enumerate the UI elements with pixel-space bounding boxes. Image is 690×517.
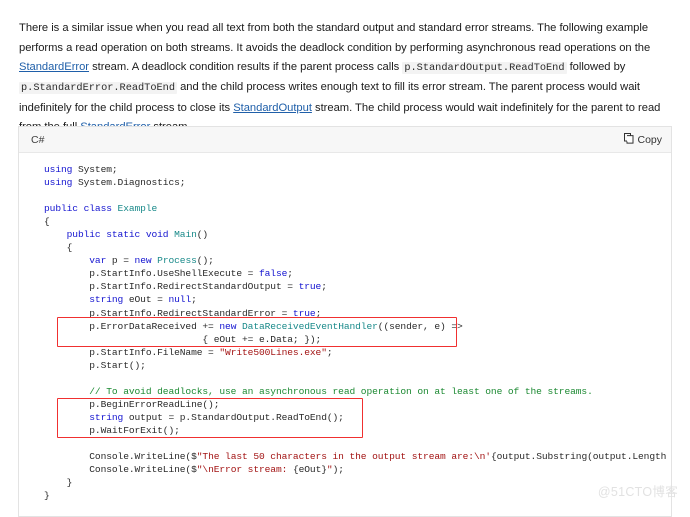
code-token: ; xyxy=(321,281,327,293)
code-line: } xyxy=(44,477,73,489)
code-token: public class xyxy=(44,203,112,215)
code-block-card: C# Copy using System; using System.Diagn… xyxy=(18,126,672,517)
code-token: {eOut} xyxy=(292,464,327,476)
code-language-label: C# xyxy=(31,133,45,146)
code-line: public static void Main() xyxy=(44,229,209,241)
inline-code: p.StandardOutput.ReadToEnd xyxy=(402,62,567,74)
code-line: { xyxy=(44,242,73,254)
code-token: "\nError stream: xyxy=(196,464,293,476)
code-token: } xyxy=(44,477,73,489)
code-token: ((sender, e) => xyxy=(377,320,463,332)
code-token: System.Diagnostics; xyxy=(72,177,186,189)
code-token: using xyxy=(44,177,73,189)
code-token: () xyxy=(196,229,209,241)
code-token: "Write500Lines.exe" xyxy=(219,346,327,358)
code-token: Process xyxy=(151,255,197,267)
code-token: { xyxy=(44,242,73,254)
code-line: string eOut = null; xyxy=(44,294,197,305)
code-token: public static void xyxy=(44,229,169,241)
code-line: p.ErrorDataReceived += new DataReceivedE… xyxy=(44,321,463,332)
code-token: string xyxy=(44,294,124,306)
code-token: eOut = xyxy=(123,294,169,306)
code-token: ; xyxy=(191,294,197,306)
code-token: true xyxy=(298,281,322,293)
code-token: p.StartInfo.RedirectStandardOutput = xyxy=(44,281,299,293)
code-token: ; xyxy=(287,268,293,280)
code-line: p.Start(); xyxy=(44,360,146,371)
code-token: string xyxy=(44,411,124,423)
copy-code-button[interactable]: Copy xyxy=(624,132,662,147)
code-block-body: using System; using System.Diagnostics; … xyxy=(19,153,671,517)
code-token: // To avoid deadlocks, use an asynchrono… xyxy=(44,385,593,397)
code-line: p.StartInfo.RedirectStandardError = true… xyxy=(44,308,321,319)
watermark: @51CTO博客 xyxy=(597,485,678,499)
doc-link[interactable]: StandardError xyxy=(19,61,89,73)
code-token: using xyxy=(44,164,73,175)
code-token: {output.Substring(output.Length - 50)} xyxy=(490,451,667,463)
code-token: Main xyxy=(168,229,197,241)
code-token: p.ErrorDataReceived += xyxy=(44,320,220,332)
code-token: p.Start(); xyxy=(44,359,146,371)
code-line: p.WaitForExit(); xyxy=(44,425,180,436)
code-line: Console.WriteLine($"The last 50 characte… xyxy=(44,451,671,462)
code-token: "The last 50 characters in the output st… xyxy=(196,451,491,463)
code-token: var xyxy=(44,255,107,267)
code-line: { xyxy=(44,216,50,227)
code-line: public class Example xyxy=(44,203,157,214)
code-content[interactable]: using System; using System.Diagnostics; … xyxy=(19,163,671,502)
code-line: p.StartInfo.RedirectStandardOutput = tru… xyxy=(44,281,327,292)
code-token: ); xyxy=(332,464,344,476)
code-token: p = xyxy=(106,255,135,267)
code-token: new xyxy=(134,255,152,267)
code-token: (); xyxy=(196,255,214,267)
code-line: p.StartInfo.FileName = "Write500Lines.ex… xyxy=(44,346,333,358)
code-line: Console.WriteLine($"\nError stream: {eOu… xyxy=(44,464,344,475)
code-token: } xyxy=(44,490,50,502)
code-token: { xyxy=(44,216,50,228)
code-token: false xyxy=(258,268,288,280)
inline-code: p.StandardError.ReadToEnd xyxy=(19,82,177,95)
code-line: using System; xyxy=(44,164,118,175)
code-line: p.BeginErrorReadLine(); xyxy=(44,399,219,410)
code-token: null xyxy=(168,294,192,306)
code-token: System; xyxy=(72,164,118,175)
copy-icon xyxy=(624,132,634,147)
code-token: p.StartInfo.UseShellExecute = xyxy=(44,268,259,280)
code-line: { eOut += e.Data; }); xyxy=(44,334,321,345)
prose-text: stream. A deadlock condition results if … xyxy=(89,61,403,73)
code-token: { eOut += e.Data; }); xyxy=(44,333,322,345)
copy-label: Copy xyxy=(637,133,662,146)
code-line: string output = p.StandardOutput.ReadToE… xyxy=(44,412,344,423)
code-line: p.StartInfo.UseShellExecute = false; xyxy=(44,268,293,279)
code-token: Example xyxy=(111,203,158,215)
code-line: } xyxy=(44,490,50,501)
code-token: output = p.StandardOutput.ReadToEnd(); xyxy=(123,411,344,423)
code-line: using System.Diagnostics; xyxy=(44,177,186,189)
code-line: var p = new Process(); xyxy=(44,255,214,266)
code-token: ; xyxy=(315,307,322,319)
code-token: ; xyxy=(326,346,333,358)
doc-link[interactable]: StandardOutput xyxy=(233,102,312,114)
code-token: DataReceivedEventHandler xyxy=(236,320,378,332)
intro-paragraph: There is a similar issue when you read a… xyxy=(19,19,671,137)
code-token: p.WaitForExit(); xyxy=(44,424,180,436)
prose-text: There is a similar issue when you read a… xyxy=(19,22,651,54)
prose-text: followed by xyxy=(566,61,626,73)
code-token: p.StartInfo.RedirectStandardError = xyxy=(44,307,293,319)
code-token: Console.WriteLine($ xyxy=(44,451,197,463)
code-block-header: C# Copy xyxy=(19,127,671,153)
code-token: new xyxy=(219,320,237,332)
code-token: p.StartInfo.FileName = xyxy=(44,346,220,358)
code-token: p.BeginErrorReadLine(); xyxy=(44,398,220,410)
code-token: Console.WriteLine($ xyxy=(44,464,197,476)
code-token: true xyxy=(292,307,316,319)
code-line: // To avoid deadlocks, use an asynchrono… xyxy=(44,386,593,397)
